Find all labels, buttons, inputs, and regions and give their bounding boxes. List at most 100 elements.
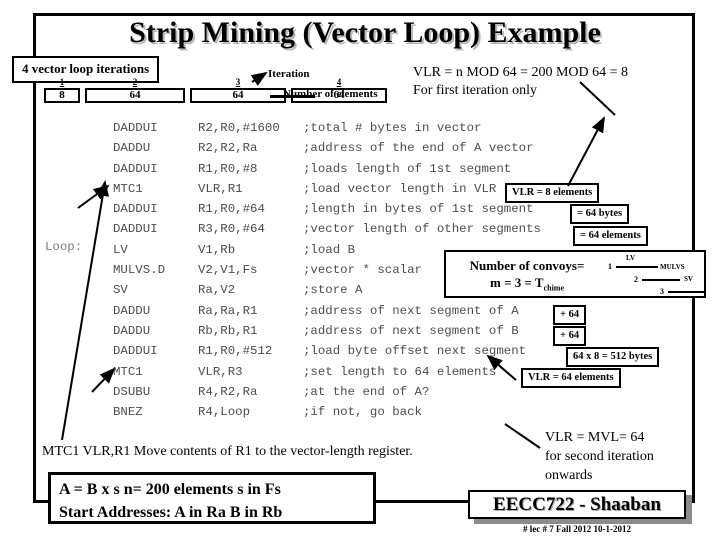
code-opcode: DADDUI [113,121,158,135]
code-comment: ;loads length of 1st segment [303,161,512,176]
problem-statement-box: A = B x s n= 200 elements s in Fs Start … [48,472,376,524]
code-comment: ;address of next segment of B [303,323,519,338]
mtc1-explanation: MTC1 VLR,R1 Move contents of R1 to the v… [42,444,413,459]
code-operands: VLR,R3 [198,364,243,379]
convoy-stair-diagram: 1 LV 2 MULVS 3 SV [606,254,706,298]
elements-label: Number of elements [283,88,378,100]
code-opcode: DADDU [113,323,151,338]
code-comment: ;address of the end of A vector [303,141,534,156]
strip-cell-index: 1 [59,77,65,87]
code-line: MTC1 VLR,R3 ;set length to 64 elements [113,362,541,382]
annotation-64-bytes: = 64 bytes [570,204,630,224]
vlr-formula-line1: VLR = n MOD 64 = 200 MOD 64 = 8 [413,65,629,80]
code-operands: V2,V1,Fs [198,263,258,278]
code-opcode: DADDUI [113,202,158,217]
annotation-plus-64-a: + 64 [553,305,587,325]
code-line: DADDUI R1,R0,#64 ;length in bytes of 1st s… [113,199,541,219]
code-operands: Rb,Rb,R1 [198,323,258,338]
stair-line [642,279,680,281]
stair-num: 2 [634,275,638,284]
code-comment: ;total # bytes in vector [303,121,482,135]
annotation-vlr-64-elements: VLR = 64 elements [521,368,621,388]
code-line: DSUBU R4,R2,Ra ;at the end of A? [113,382,541,402]
stair-num: 3 [660,287,664,296]
code-operands: VLR,R1 [198,181,243,196]
code-opcode: DADDUI [113,222,158,237]
convoys-line2-sub: chime [543,283,565,293]
annotation-plus-64-b: + 64 [553,326,587,346]
code-opcode: DADDUI [113,161,158,176]
strip-cell: 2 64 [85,77,185,103]
code-comment: ;vector length of other segments [303,222,541,237]
code-operands: R2,R2,Ra [198,141,258,156]
strip-cell-value: 8 [59,89,65,101]
code-comment: ;vector * scalar [303,263,422,278]
vlr-mvl-note: VLR = MVL= 64 for second iteration onwar… [545,428,654,485]
vlr-formula: VLR = n MOD 64 = 200 MOD 64 = 8 For firs… [413,64,628,100]
convoys-box: Number of convoys= m = 3 = Tchime 1 LV 2… [444,250,706,298]
convoys-line2-prefix: m = 3 = T [489,275,544,290]
code-operands: R4,Loop [198,405,251,420]
annotation-64-elements: = 64 elements [573,226,648,246]
vlr-mvl-line1: VLR = MVL= 64 [545,430,645,445]
vlr-formula-line2: For first iteration only [413,83,538,98]
annotation-vlr-8-elements: VLR = 8 elements [505,183,600,203]
code-opcode: MTC1 [113,364,143,379]
vlr-mvl-line2: for second iteration [545,449,654,464]
code-operands: R1,R0,#64 [198,202,265,217]
code-line: DADDU Ra,Ra,R1 ;address of next segment of… [113,301,541,321]
stair-num: 1 [608,262,612,271]
code-line: DADDU R2,R2,Ra ;address of the end of A ve… [113,138,541,158]
code-opcode: DADDU [113,141,151,156]
code-operands: Ra,V2 [198,283,236,298]
code-operands: Ra,Ra,R1 [198,303,258,318]
convoys-text: Number of convoys= m = 3 = Tchime [452,257,602,297]
code-operands: V1,Rb [198,242,236,257]
problem-line1: A = B x s n= 200 elements s in Fs [59,481,281,498]
code-opcode: DSUBU [113,384,151,399]
code-comment: ;load byte offset next segment [303,344,527,359]
loop-label: Loop: [45,240,83,254]
code-comment: ;set length to 64 elements [303,364,497,379]
iteration-label: Iteration [268,68,310,80]
stair-label: MULVS [660,263,685,271]
code-opcode: DADDUI [113,344,158,359]
code-line: DADDUI R2,R0,#1600 ;total # bytes in vecto… [113,118,541,138]
code-line: DADDUI R1,R0,#8 ;loads length of 1st segme… [113,159,541,179]
slide-canvas: Strip Mining (Vector Loop) Example 4 vec… [0,0,720,540]
code-operands: R4,R2,Ra [198,384,258,399]
code-opcode: SV [113,283,128,298]
stair-label: LV [626,254,636,262]
code-comment: ;at the end of A? [303,384,430,399]
footer-subtitle: # lec # 7 Fall 2012 10-1-2012 [523,524,631,534]
page-title: Strip Mining (Vector Loop) Example [129,16,601,49]
code-line: DADDU Rb,Rb,R1 ;address of next segment of… [113,321,541,341]
vlr-mvl-line3: onwards [545,468,593,483]
code-line: DADDUI R3,R0,#64 ;vector length of other s… [113,219,541,239]
code-comment: ;length in bytes of 1st segment [303,202,534,217]
code-operands: R1,R0,#512 [198,344,273,359]
stair-line [616,266,658,268]
strip-cell-value: 64 [129,89,141,101]
strip-cell: 1 8 [44,77,80,103]
problem-line2: Start Addresses: A in Ra B in Rb [59,504,283,521]
stair-line [668,291,706,293]
code-opcode: MTC1 [113,181,143,196]
annotation-512-bytes: 64 x 8 = 512 bytes [566,347,660,367]
footer-banner: EECC722 - Shaaban [468,490,686,519]
code-operands: R2,R0,#1600 [198,121,280,135]
code-opcode: DADDU [113,303,151,318]
code-line: BNEZ R4,Loop ;if not, go back [113,402,541,422]
strip-cell-index: 2 [132,77,138,87]
code-line: DADDUI R1,R0,#512 ;load byte offset next s… [113,341,541,361]
code-comment: ;address of next segment of A [303,303,519,318]
code-opcode: BNEZ [113,405,143,420]
code-opcode: LV [113,242,128,257]
strip-cell-value: 64 [232,89,244,101]
convoys-line2: m = 3 = Tchime [452,274,602,297]
code-comment: ;if not, go back [303,405,422,420]
stair-label: SV [684,275,693,283]
code-comment: ;load vector length in VLR [303,181,497,196]
code-operands: R3,R0,#64 [198,222,265,237]
code-line: MTC1 VLR,R1 ;load vector length in VLR [113,179,541,199]
